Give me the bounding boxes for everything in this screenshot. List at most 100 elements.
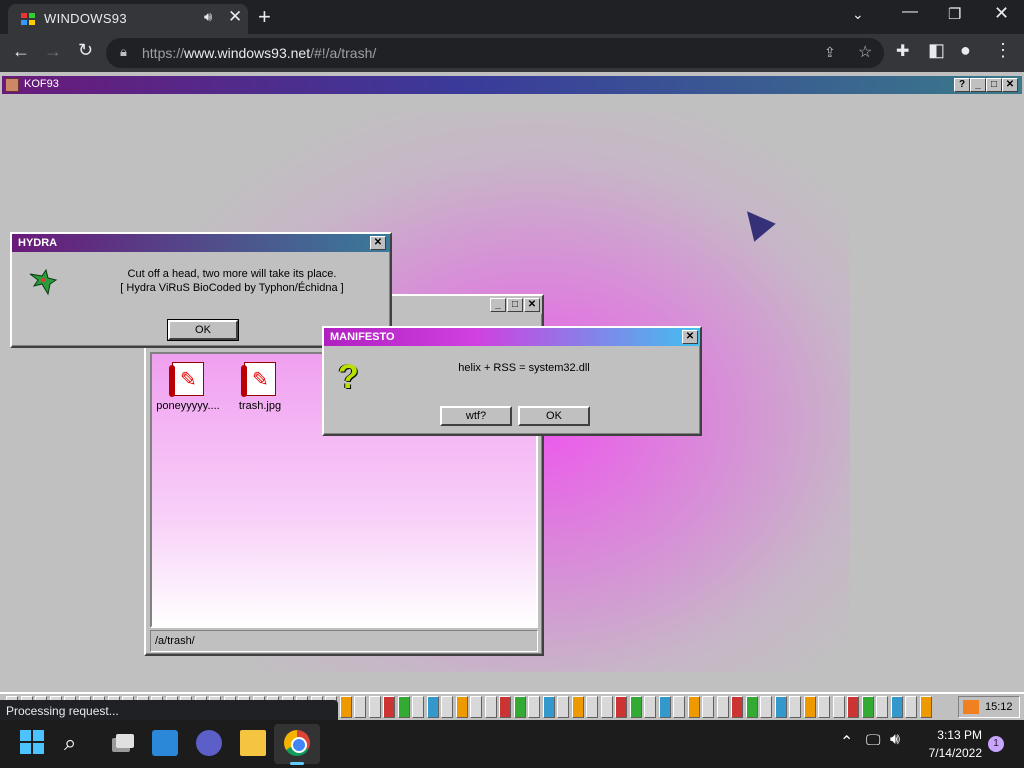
taskbar-app-button[interactable] (832, 696, 845, 718)
tray-overflow-chevron-icon[interactable]: ⌃ (840, 732, 853, 752)
extensions-icon[interactable]: ✚ (896, 41, 909, 61)
notification-badge[interactable]: 1 (988, 736, 1004, 752)
tab-audio-icon[interactable]: 🔊︎ (204, 9, 212, 25)
manifesto-ok-button[interactable]: OK (518, 406, 590, 426)
active-indicator (290, 762, 304, 765)
help-button[interactable]: ? (954, 78, 970, 92)
taskbar-app-button[interactable] (586, 696, 598, 718)
taskbar-app-button[interactable] (383, 696, 395, 718)
file-item[interactable]: poneyyyyy.... (152, 362, 224, 412)
new-tab-icon[interactable]: + (258, 4, 271, 30)
windows-start-icon[interactable] (20, 730, 46, 756)
file-explorer-icon[interactable] (240, 730, 266, 756)
taskbar-app-button[interactable] (716, 696, 729, 718)
task-view-icon[interactable] (108, 730, 134, 756)
widgets-icon[interactable] (152, 730, 178, 756)
hydra-titlebar[interactable]: HYDRA ✕ (12, 234, 390, 252)
taskbar-app-button[interactable] (673, 696, 685, 718)
bookmark-star-icon[interactable]: ☆ (858, 42, 872, 62)
close-button[interactable]: ✕ (682, 330, 698, 344)
taskbar-app-button[interactable] (919, 696, 932, 718)
maximize-button[interactable]: □ (986, 78, 1002, 92)
taskbar-app-button[interactable] (571, 696, 584, 718)
taskbar-app-button[interactable] (397, 696, 410, 718)
taskbar-app-button[interactable] (470, 696, 482, 718)
taskbar-app-button[interactable] (774, 696, 787, 718)
tab-title: WINDOWS93 (44, 11, 127, 26)
network-icon[interactable]: 🖵︎ (866, 732, 880, 749)
search-icon[interactable]: ⌕ (64, 730, 90, 756)
taskbar-app-button[interactable] (412, 696, 424, 718)
side-panel-icon[interactable]: ◧ (928, 40, 945, 61)
restore-icon[interactable]: ❐ (948, 5, 961, 23)
windows93-clock-time: 15:12 (985, 701, 1013, 713)
taskbar-app-button[interactable] (760, 696, 772, 718)
taskbar-app-button[interactable] (426, 696, 439, 718)
taskbar-app-button[interactable] (847, 696, 859, 718)
taskbar-app-button[interactable] (745, 696, 758, 718)
taskbar-app-button[interactable] (644, 696, 656, 718)
taskbar-app-button[interactable] (629, 696, 642, 718)
maximize-button[interactable]: □ (507, 298, 523, 312)
taskbar-app-button[interactable] (339, 696, 352, 718)
windows-taskbar: ⌕ ⌃ 🖵︎ 🔊︎ 3:13 PM 7/14/2022 1 (0, 720, 1024, 768)
chrome-icon[interactable] (284, 730, 310, 756)
taskbar-app-button[interactable] (484, 696, 497, 718)
taskbar-app-button[interactable] (876, 696, 888, 718)
taskbar-app-button[interactable] (600, 696, 613, 718)
taskbar-app-button[interactable] (615, 696, 627, 718)
close-button[interactable]: ✕ (1002, 78, 1018, 92)
address-bar[interactable]: 🔒︎ https://www.windows93.net/#!/a/trash/… (106, 38, 884, 68)
taskbar-app-button[interactable] (557, 696, 569, 718)
profile-icon[interactable]: ● (960, 40, 971, 61)
taskbar-app-button[interactable] (687, 696, 700, 718)
share-icon[interactable]: ⇪ (824, 44, 836, 61)
tab-close-icon[interactable]: ✕ (228, 7, 242, 27)
hydra-ok-button[interactable]: OK (167, 319, 239, 341)
back-icon[interactable]: ← (12, 41, 30, 62)
manifesto-titlebar[interactable]: MANIFESTO ✕ (324, 328, 700, 346)
close-button[interactable]: ✕ (370, 236, 386, 250)
teams-chat-icon[interactable] (196, 730, 222, 756)
minimize-button[interactable]: _ (970, 78, 986, 92)
taskbar-app-button[interactable] (528, 696, 540, 718)
reload-icon[interactable]: ↻ (78, 40, 93, 61)
rss-icon[interactable] (963, 700, 979, 714)
taskbar-app-button[interactable] (789, 696, 801, 718)
path-bar[interactable]: /a/trash/ (150, 630, 538, 652)
file-item[interactable]: trash.jpg (224, 362, 296, 412)
tab-search-chevron-icon[interactable]: ⌄ (852, 6, 864, 23)
image-file-icon (169, 362, 204, 397)
taskbar-app-button[interactable] (368, 696, 381, 718)
taskbar-app-button[interactable] (499, 696, 511, 718)
taskbar-app-button[interactable] (658, 696, 671, 718)
taskbar-app-button[interactable] (731, 696, 743, 718)
close-window-icon[interactable]: ✕ (994, 3, 1009, 24)
taskbar-app-button[interactable] (890, 696, 903, 718)
taskbar-app-button[interactable] (803, 696, 816, 718)
taskbar-app-button[interactable] (702, 696, 714, 718)
taskbar-app-button[interactable] (818, 696, 830, 718)
tab-windows93[interactable]: WINDOWS93 🔊︎ ✕ (8, 4, 248, 34)
close-button[interactable]: ✕ (524, 298, 540, 312)
kof93-titlebar[interactable]: KOF93 ? _ □ ✕ (2, 76, 1022, 94)
minimize-icon[interactable]: — (902, 3, 918, 21)
lock-icon[interactable]: 🔒︎ (120, 44, 127, 60)
image-file-icon (241, 362, 276, 397)
forward-icon[interactable]: → (44, 41, 62, 62)
taskbar-app-button[interactable] (861, 696, 874, 718)
url-text[interactable]: https://www.windows93.net/#!/a/trash/ (142, 45, 376, 61)
tab-strip: WINDOWS93 🔊︎ ✕ + ⌄ — ❐ ✕ (0, 0, 1024, 34)
file-name: poneyyyyy.... (156, 400, 220, 412)
menu-icon[interactable]: ⋮ (994, 40, 1012, 61)
taskbar-app-button[interactable] (455, 696, 468, 718)
taskbar-app-button[interactable] (513, 696, 526, 718)
minimize-button[interactable]: _ (490, 298, 506, 312)
taskbar-app-button[interactable] (441, 696, 453, 718)
wtf-button[interactable]: wtf? (440, 406, 512, 426)
taskbar-app-button[interactable] (542, 696, 555, 718)
taskbar-app-button[interactable] (905, 696, 917, 718)
volume-icon[interactable]: 🔊︎ (890, 731, 900, 749)
taskbar-app-button[interactable] (354, 696, 366, 718)
system-clock[interactable]: 3:13 PM 7/14/2022 (920, 726, 982, 762)
